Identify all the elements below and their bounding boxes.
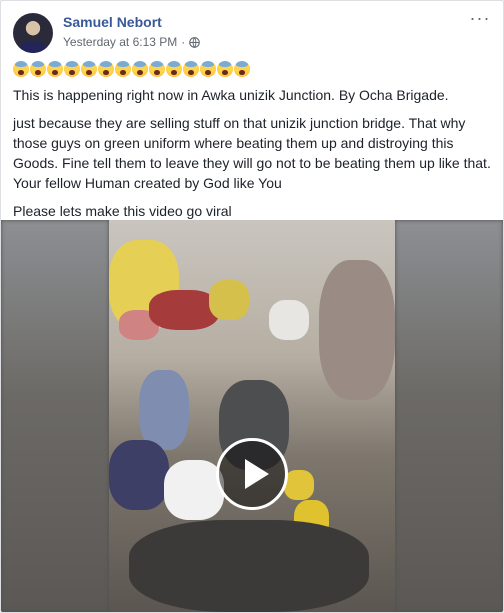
crying-emoji-icon xyxy=(98,61,114,77)
crying-emoji-icon xyxy=(30,61,46,77)
globe-icon[interactable] xyxy=(189,36,201,48)
post-meta: Yesterday at 6:13 PM · xyxy=(63,35,201,49)
more-options-icon[interactable]: ··· xyxy=(469,9,491,31)
play-icon[interactable] xyxy=(216,438,288,510)
post-paragraph: just because they are selling stuff on t… xyxy=(13,115,491,191)
scene-shape xyxy=(269,300,309,340)
crying-emoji-icon xyxy=(115,61,131,77)
scene-shape xyxy=(284,470,314,500)
scene-shape xyxy=(129,520,369,612)
avatar[interactable] xyxy=(13,13,53,53)
emoji-row xyxy=(13,61,250,77)
crying-emoji-icon xyxy=(47,61,63,77)
video-blur-left xyxy=(1,220,109,612)
post-card: Samuel Nebort Yesterday at 6:13 PM · ···… xyxy=(0,0,504,613)
crying-emoji-icon xyxy=(132,61,148,77)
scene-shape xyxy=(209,280,249,320)
video-player[interactable] xyxy=(1,220,503,612)
crying-emoji-icon xyxy=(64,61,80,77)
crying-emoji-icon xyxy=(183,61,199,77)
avatar-figure xyxy=(19,41,47,53)
video-frame xyxy=(109,220,395,612)
crying-emoji-icon xyxy=(81,61,97,77)
video-blur-right xyxy=(395,220,503,612)
post-header: Samuel Nebort Yesterday at 6:13 PM · ··· xyxy=(13,9,491,53)
scene-shape xyxy=(139,370,189,450)
meta-separator: · xyxy=(181,35,186,49)
crying-emoji-icon xyxy=(217,61,233,77)
crying-emoji-icon xyxy=(166,61,182,77)
crying-emoji-icon xyxy=(149,61,165,77)
author-name[interactable]: Samuel Nebort xyxy=(63,14,162,30)
post-text: This is happening right now in Awka uniz… xyxy=(13,85,491,229)
post-paragraph: Please lets make this video go viral xyxy=(13,203,232,219)
scene-shape xyxy=(164,460,224,520)
scene-shape xyxy=(109,440,169,510)
post-paragraph: This is happening right now in Awka uniz… xyxy=(13,87,449,103)
crying-emoji-icon xyxy=(200,61,216,77)
post-timestamp[interactable]: Yesterday at 6:13 PM xyxy=(63,35,177,49)
crying-emoji-icon xyxy=(234,61,250,77)
crying-emoji-icon xyxy=(13,61,29,77)
scene-shape xyxy=(319,260,395,400)
